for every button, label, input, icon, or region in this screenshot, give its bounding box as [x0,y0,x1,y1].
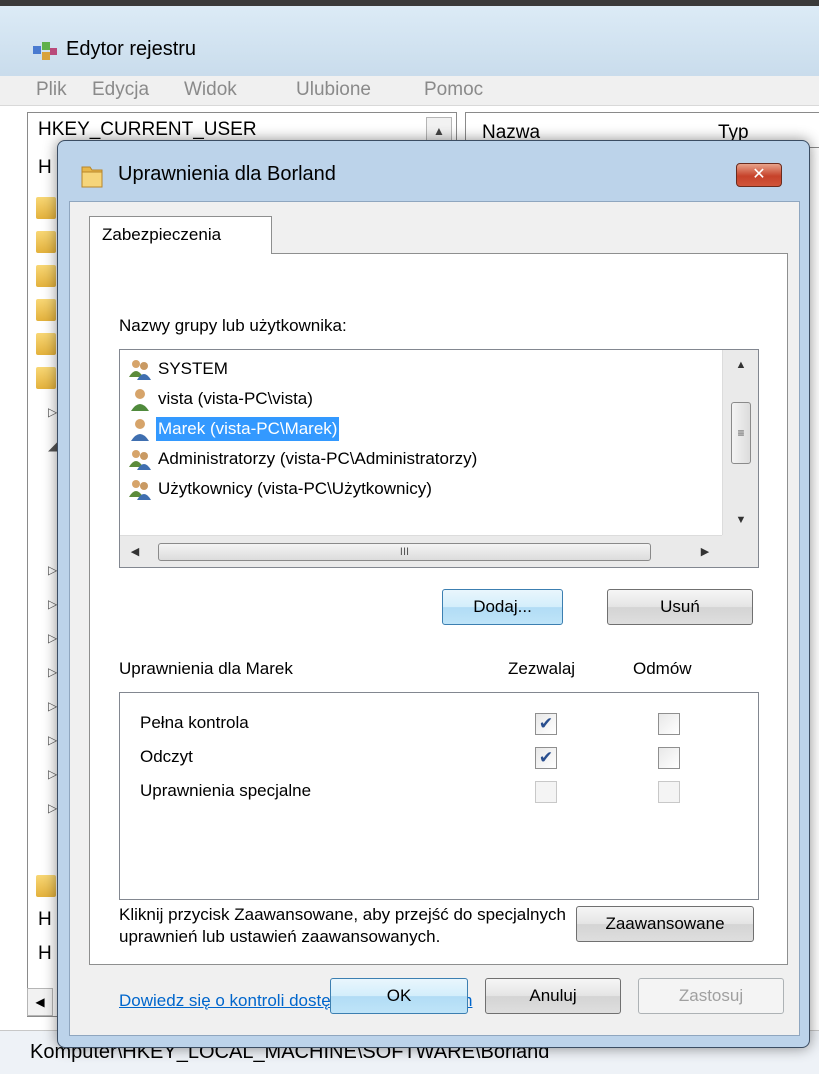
apply-button-label: Zastosuj [678,986,744,1005]
users-list[interactable]: SYSTEM vista (vista-PC\vista) Marek (vis… [119,349,759,568]
deny-checkbox [658,781,680,803]
tree-scroll-left-button[interactable]: ◀ [27,988,53,1016]
add-button-label: Dodaj... [473,597,532,616]
allow-checkbox[interactable]: ✔ [535,713,557,735]
scroll-up-icon[interactable]: ▲ [723,350,758,380]
user-label: Administratorzy (vista-PC\Administratorz… [158,449,478,468]
tree-item-hkcu[interactable]: HKEY_CURRENT_USER [38,119,257,141]
user-icon [131,419,149,441]
dialog-title: Uprawnienia dla Borland [118,163,336,185]
ok-button[interactable]: OK [330,978,468,1014]
cancel-button[interactable]: Anuluj [485,978,621,1014]
deny-checkbox[interactable] [658,747,680,769]
add-button[interactable]: Dodaj... [442,589,563,625]
scroll-thumb[interactable]: ≡ [731,402,751,464]
folder-icon [36,333,56,355]
user-icon [131,389,149,411]
scroll-corner [722,535,758,567]
group-icon [129,480,151,500]
expand-arrow-icon[interactable]: ▷ [48,665,57,679]
list-item[interactable]: SYSTEM [128,354,724,384]
remove-button[interactable]: Usuń [607,589,753,625]
user-label: vista (vista-PC\vista) [158,389,313,408]
list-item[interactable]: vista (vista-PC\vista) [128,384,724,414]
expand-arrow-icon[interactable]: ▷ [48,767,57,781]
tree-item-label[interactable]: H [38,909,52,931]
menu-widok[interactable]: Widok [184,79,237,101]
ok-button-label: OK [386,986,412,1005]
permission-name: Pełna kontrola [140,713,249,732]
expand-arrow-icon[interactable]: ▷ [48,699,57,713]
menu-pomoc[interactable]: Pomoc [424,79,483,101]
advanced-button[interactable]: Zaawansowane [576,906,754,942]
remove-button-label: Usuń [660,597,700,616]
users-horizontal-scrollbar[interactable]: ◀ III ▶ [120,535,722,567]
folder-icon [36,875,56,897]
expand-arrow-icon[interactable]: ▷ [48,597,57,611]
folder-icon [36,367,56,389]
permission-name: Odczyt [140,747,193,766]
deny-checkbox[interactable] [658,713,680,735]
permission-name: Uprawnienia specjalne [140,781,312,800]
expand-arrow-icon[interactable]: ▷ [48,801,57,815]
apply-button: Zastosuj [638,978,784,1014]
advanced-help-text: Kliknij przycisk Zaawansowane, aby przej… [119,905,566,946]
scroll-thumb[interactable]: III [158,543,651,561]
allow-column-header: Zezwalaj [508,659,576,678]
regedit-titlebar[interactable]: Edytor rejestru [0,0,819,76]
deny-column-header: Odmów [633,659,692,678]
dialog-client-area: Zabezpieczenia Nazwy grupy lub użytkowni… [69,201,800,1036]
menubar: Plik Edycja Widok Ulubione Pomoc [0,76,819,106]
scroll-left-icon[interactable]: ◀ [120,536,150,567]
scroll-grip-icon: III [399,546,410,558]
expand-arrow-icon[interactable]: ▷ [48,405,57,419]
scroll-down-icon[interactable]: ▼ [723,505,758,535]
expand-arrow-icon[interactable]: ▷ [48,563,57,577]
permission-row-full-control: Pełna kontrola ✔ [140,709,740,739]
scroll-right-icon[interactable]: ▶ [690,536,720,567]
group-icon [129,450,151,470]
close-icon: ✕ [752,166,766,183]
advanced-button-label: Zaawansowane [605,914,725,933]
permissions-label: Uprawnienia dla Marek [119,659,293,678]
permission-row-special: Uprawnienia specjalne [140,777,740,807]
users-vertical-scrollbar[interactable]: ▲ ≡ ▼ [722,350,758,535]
list-item[interactable]: Użytkownicy (vista-PC\Użytkownicy) [128,474,724,504]
menu-plik[interactable]: Plik [36,79,67,101]
tree-item-label[interactable]: H [38,943,52,965]
user-label: Użytkownicy (vista-PC\Użytkownicy) [158,479,432,498]
permissions-list: Pełna kontrola ✔ Odczyt ✔ Uprawnienia sp… [119,692,759,900]
folder-icon [81,166,103,188]
regedit-title: Edytor rejestru [66,38,197,60]
folder-icon [36,265,56,287]
permissions-dialog: Uprawnienia dla Borland ✕ Zabezpieczenia… [57,140,810,1048]
user-label: Marek (vista-PC\Marek) [156,417,340,441]
folder-icon [36,299,56,321]
menu-edycja[interactable]: Edycja [92,79,149,101]
folder-icon [36,197,56,219]
tab-zabezpieczenia[interactable]: Zabezpieczenia [89,216,272,254]
collapse-arrow-icon[interactable]: ◢ [48,439,57,453]
users-label: Nazwy grupy lub użytkownika: [119,316,347,335]
expand-arrow-icon[interactable]: ▷ [48,631,57,645]
tree-item-label[interactable]: H [38,157,52,179]
group-icon [129,360,151,380]
cancel-button-label: Anuluj [529,986,577,1005]
expand-arrow-icon[interactable]: ▷ [48,733,57,747]
allow-checkbox[interactable]: ✔ [535,747,557,769]
tab-label: Zabezpieczenia [102,225,222,244]
user-label: SYSTEM [158,359,228,378]
close-button[interactable]: ✕ [736,163,782,187]
list-item-selected[interactable]: Marek (vista-PC\Marek) [128,414,724,444]
allow-checkbox [535,781,557,803]
permission-row-read: Odczyt ✔ [140,743,740,773]
security-tab-panel: Nazwy grupy lub użytkownika: SYSTEM vist… [89,253,788,1010]
list-item[interactable]: Administratorzy (vista-PC\Administratorz… [128,444,724,474]
registry-editor-icon [33,42,57,60]
folder-icon [36,231,56,253]
menu-ulubione[interactable]: Ulubione [296,79,371,101]
